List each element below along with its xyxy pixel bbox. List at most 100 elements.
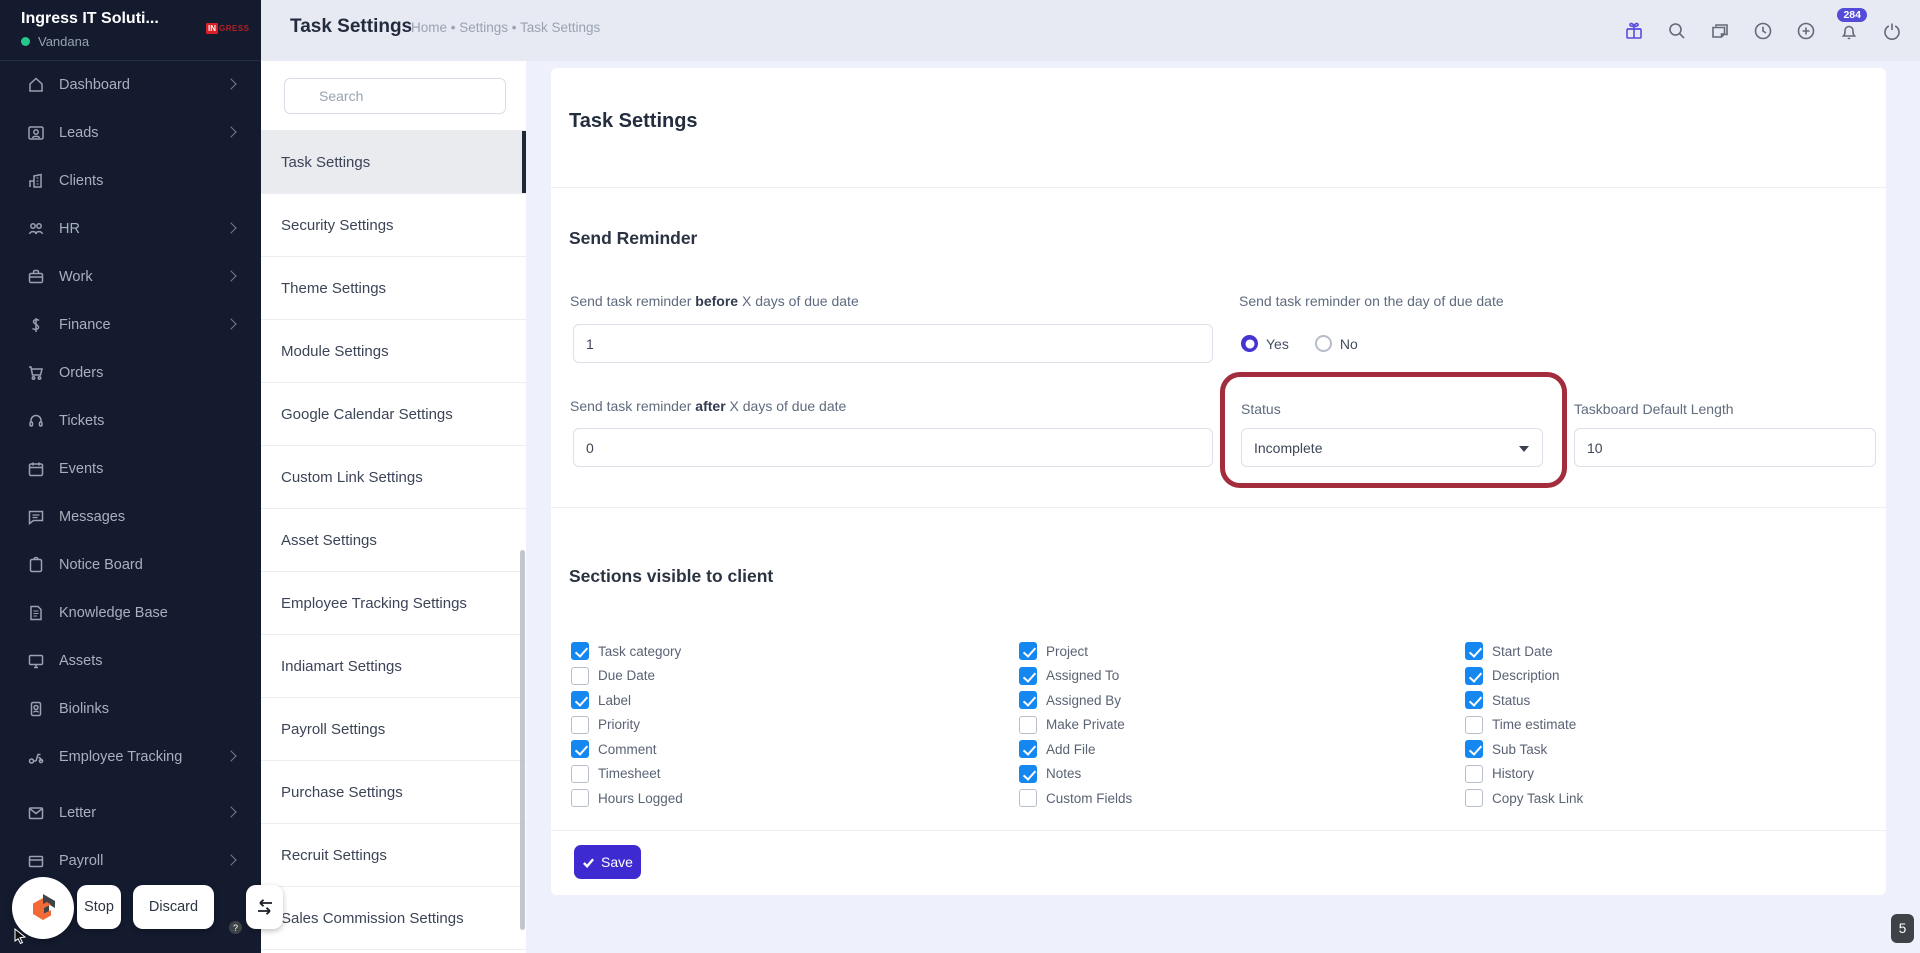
checkbox[interactable] <box>571 764 589 783</box>
bell-icon[interactable] <box>1839 21 1859 41</box>
checkbox[interactable] <box>1465 666 1483 685</box>
add-icon[interactable] <box>1796 21 1816 41</box>
checkbox[interactable] <box>1019 642 1037 661</box>
search-icon[interactable] <box>1667 21 1687 41</box>
breadcrumb[interactable]: Home • Settings • Task Settings <box>411 20 600 35</box>
checkbox-row[interactable]: Copy Task Link <box>1465 786 1583 811</box>
mouse-cursor <box>14 928 27 944</box>
checkbox-row[interactable]: Due Date <box>571 664 683 689</box>
settings-nav-item-google-calendar[interactable]: Google Calendar Settings <box>261 383 526 446</box>
checkbox-row[interactable]: History <box>1465 762 1583 787</box>
sidebar-item-knowledge-base[interactable]: Knowledge Base <box>0 589 261 637</box>
checkbox[interactable] <box>1019 666 1037 685</box>
checkbox[interactable] <box>571 691 589 710</box>
settings-nav-item-security[interactable]: Security Settings <box>261 194 526 257</box>
settings-nav-item-payroll[interactable]: Payroll Settings <box>261 698 526 761</box>
checkbox-row[interactable]: Assigned By <box>1019 688 1132 713</box>
checkbox-row[interactable]: Task category <box>571 639 683 664</box>
settings-nav-item-task[interactable]: Task Settings <box>261 131 526 194</box>
checkbox-row[interactable]: Status <box>1465 688 1583 713</box>
discard-button[interactable]: Discard <box>133 885 214 929</box>
checkbox-row[interactable]: Description <box>1465 664 1583 689</box>
sidebar-item-work[interactable]: Work <box>0 253 261 301</box>
sidebar-item-events[interactable]: Events <box>0 445 261 493</box>
settings-nav-item-theme[interactable]: Theme Settings <box>261 257 526 320</box>
workspace-block[interactable]: Ingress IT Soluti... Vandana IN GRESS <box>0 0 261 61</box>
sidebar-item-letter[interactable]: Letter <box>0 789 261 837</box>
help-badge[interactable]: ? <box>229 921 242 934</box>
checkbox[interactable] <box>1019 715 1037 734</box>
sidebar-item-finance[interactable]: Finance <box>0 301 261 349</box>
sidebar-item-biolinks[interactable]: Biolinks <box>0 685 261 733</box>
sidebar-item-hr[interactable]: HR <box>0 205 261 253</box>
checkbox[interactable] <box>1019 789 1037 808</box>
collapse-panel-button[interactable] <box>246 885 283 929</box>
checkbox[interactable] <box>571 740 589 759</box>
checkbox-row[interactable]: Custom Fields <box>1019 786 1132 811</box>
checkbox-row[interactable]: Start Date <box>1465 639 1583 664</box>
checkbox[interactable] <box>1465 642 1483 661</box>
settings-nav-item-purchase[interactable]: Purchase Settings <box>261 761 526 824</box>
checkbox-row[interactable]: Hours Logged <box>571 786 683 811</box>
checkbox-row[interactable]: Assigned To <box>1019 664 1132 689</box>
checkbox[interactable] <box>1465 789 1483 808</box>
sidebar-item-employee-tracking[interactable]: Employee Tracking <box>0 733 261 781</box>
checkbox[interactable] <box>571 715 589 734</box>
sidebar-item-clients[interactable]: Clients <box>0 157 261 205</box>
sidebar-item-notice-board[interactable]: Notice Board <box>0 541 261 589</box>
checkbox[interactable] <box>1465 691 1483 710</box>
notification-count-badge: 284 <box>1837 8 1867 22</box>
checkbox[interactable] <box>571 666 589 685</box>
radio-yes[interactable] <box>1241 335 1258 352</box>
settings-nav-item-recruit[interactable]: Recruit Settings <box>261 824 526 887</box>
taskboard-length-input[interactable] <box>1574 428 1876 467</box>
settings-nav-item-asset[interactable]: Asset Settings <box>261 509 526 572</box>
envelope-icon <box>26 803 46 823</box>
status-select[interactable]: Incomplete <box>1241 428 1543 467</box>
checkbox-row[interactable]: Time estimate <box>1465 713 1583 738</box>
sticky-notes-icon[interactable] <box>1710 21 1730 41</box>
checkbox-row[interactable]: Timesheet <box>571 762 683 787</box>
sidebar-item-orders[interactable]: Orders <box>0 349 261 397</box>
checkbox[interactable] <box>1465 764 1483 783</box>
settings-nav-item-module[interactable]: Module Settings <box>261 320 526 383</box>
power-icon[interactable] <box>1882 21 1902 41</box>
reminder-after-input[interactable] <box>573 428 1213 467</box>
checkbox[interactable] <box>1019 764 1037 783</box>
checkbox[interactable] <box>1465 715 1483 734</box>
sidebar-item-tickets[interactable]: Tickets <box>0 397 261 445</box>
save-button[interactable]: Save <box>574 845 641 879</box>
checkbox-row[interactable]: Priority <box>571 713 683 738</box>
settings-nav-item-sales-commission[interactable]: Sales Commission Settings <box>261 887 526 950</box>
checkbox-row[interactable]: Comment <box>571 737 683 762</box>
sidebar-item-dashboard[interactable]: Dashboard <box>0 61 261 109</box>
checkbox[interactable] <box>571 789 589 808</box>
settings-nav-item-custom-link[interactable]: Custom Link Settings <box>261 446 526 509</box>
settings-nav-item-employee-tracking[interactable]: Employee Tracking Settings <box>261 572 526 635</box>
sidebar-item-leads[interactable]: Leads <box>0 109 261 157</box>
settings-nav-scrollbar[interactable] <box>520 550 525 930</box>
checkbox-row[interactable]: Label <box>571 688 683 713</box>
checkbox-row[interactable]: Sub Task <box>1465 737 1583 762</box>
stop-button[interactable]: Stop <box>77 885 121 929</box>
checkbox-row[interactable]: Add File <box>1019 737 1132 762</box>
checkbox[interactable] <box>571 642 589 661</box>
checkbox-row[interactable]: Project <box>1019 639 1132 664</box>
checkbox-row[interactable]: Make Private <box>1019 713 1132 738</box>
sidebar-item-messages[interactable]: Messages <box>0 493 261 541</box>
radio-no[interactable] <box>1314 335 1332 352</box>
checkbox[interactable] <box>1465 740 1483 759</box>
checkbox[interactable] <box>1019 691 1037 710</box>
radio-option-no[interactable]: No <box>1314 335 1358 352</box>
clock-icon[interactable] <box>1753 21 1773 41</box>
radio-option-yes[interactable]: Yes <box>1241 335 1289 352</box>
checkbox-row[interactable]: Notes <box>1019 762 1132 787</box>
divider <box>551 830 1886 831</box>
gift-icon[interactable] <box>1624 21 1644 41</box>
checkbox[interactable] <box>1019 740 1037 759</box>
reminder-before-input[interactable] <box>573 324 1213 363</box>
page-title: Task Settings <box>290 16 413 37</box>
sidebar-item-assets[interactable]: Assets <box>0 637 261 685</box>
settings-search-input[interactable] <box>284 78 506 114</box>
settings-nav-item-indiamart[interactable]: Indiamart Settings <box>261 635 526 698</box>
